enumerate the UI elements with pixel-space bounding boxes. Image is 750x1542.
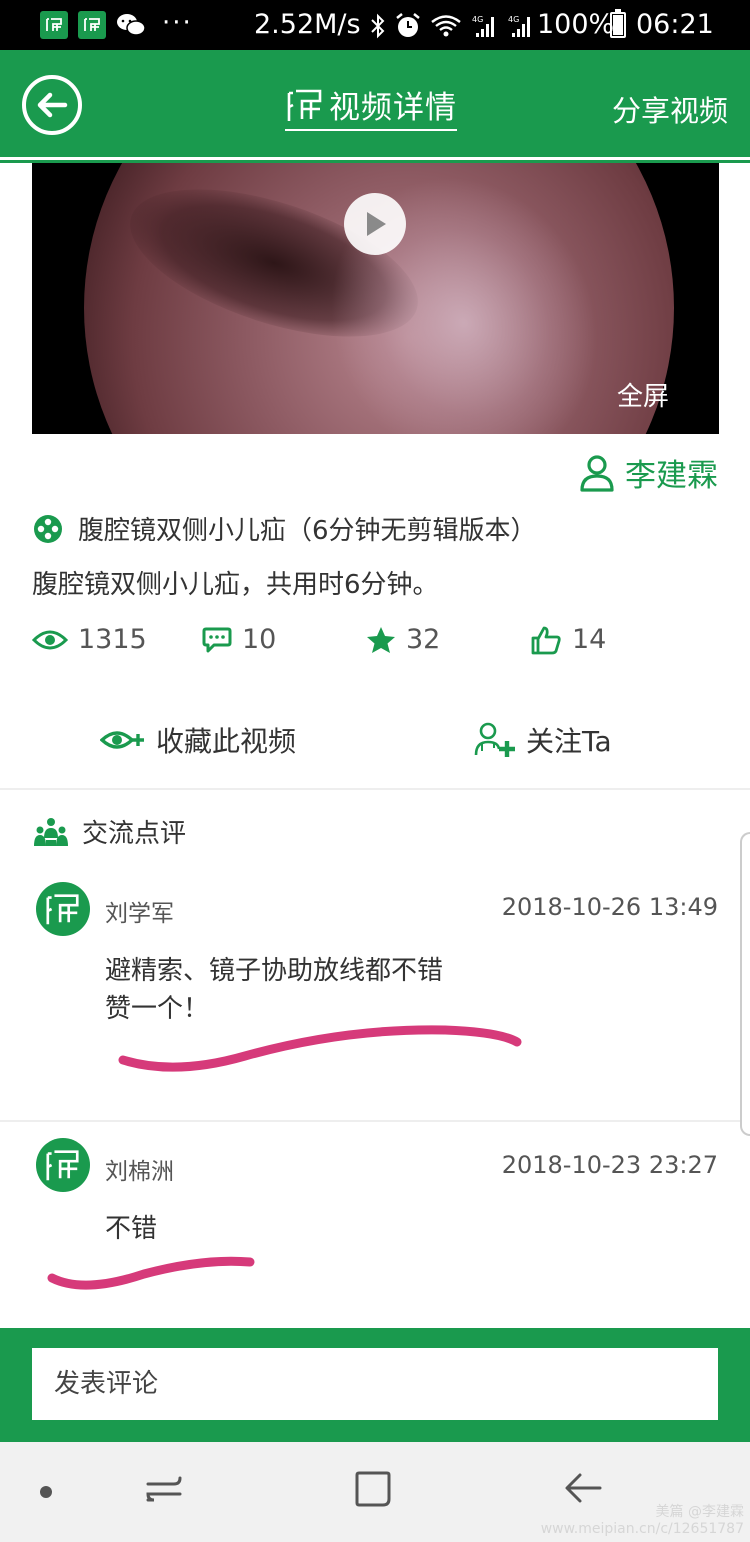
watermark: 美篇 @李建霖 www.meipian.cn/c/12651787 — [541, 1504, 744, 1538]
video-stats: 1315 10 32 14 — [32, 624, 732, 664]
signal-4g-icon: 4G — [508, 15, 530, 37]
svg-text:4G: 4G — [508, 15, 519, 24]
favorite-eye-icon — [100, 731, 144, 749]
comment-time: 2018-10-26 13:49 — [501, 893, 718, 921]
brand-logo-icon — [46, 894, 79, 925]
watermark-line-1: 美篇 @李建霖 — [655, 1504, 744, 1520]
view-count-value: 1315 — [78, 624, 147, 655]
thumbs-up-icon — [531, 626, 561, 654]
comment-text: 避精索、镜子协助放线都不错 赞一个！ — [105, 956, 444, 1024]
view-count: 1315 — [32, 624, 147, 655]
nav-dot-icon[interactable] — [38, 1484, 54, 1500]
star-count-value: 32 — [406, 624, 441, 655]
like-count-value: 14 — [572, 624, 607, 655]
back-button[interactable] — [22, 75, 82, 135]
app-notification-icon — [78, 11, 106, 39]
film-reel-icon — [34, 514, 62, 543]
comment-author[interactable]: 刘棉洲 — [105, 1152, 174, 1186]
annotation-underline — [118, 1025, 522, 1072]
star-count: 32 — [366, 624, 440, 655]
favorite-video-label: 收藏此视频 — [156, 725, 297, 758]
comment-author[interactable]: 刘学军 — [105, 894, 174, 928]
brand-logo-icon — [287, 89, 322, 121]
video-description: 腹腔镜双侧小儿疝，共用时6分钟。 — [32, 570, 439, 600]
avatar[interactable] — [36, 882, 90, 936]
video-title: 腹腔镜双侧小儿疝（6分钟无剪辑版本） — [78, 516, 537, 546]
comments-heading: 交流点评 — [32, 813, 186, 850]
annotation-underline — [47, 1256, 255, 1290]
discussion-group-icon — [34, 817, 68, 846]
svg-text:4G: 4G — [472, 15, 483, 24]
like-count: 14 — [530, 624, 606, 655]
avatar[interactable] — [36, 1138, 90, 1192]
follow-label: 关注Ta — [526, 725, 612, 758]
home-icon[interactable] — [354, 1470, 392, 1508]
user-icon — [580, 454, 614, 492]
divider — [0, 788, 750, 790]
share-video-button[interactable]: 分享视频 — [612, 88, 728, 130]
signal-4g-icon: 4G — [472, 15, 494, 37]
play-icon — [367, 212, 386, 236]
divider — [0, 1120, 750, 1122]
comment-bubble-icon — [202, 627, 232, 652]
battery-icon — [610, 9, 626, 38]
fullscreen-button[interactable]: 全屏 — [617, 376, 669, 413]
clock: 06:21 — [636, 9, 714, 40]
status-icons: 4G 4G — [370, 12, 534, 40]
watermark-line-2: www.meipian.cn/c/12651787 — [540, 1521, 744, 1537]
battery-percent: 100% — [537, 9, 615, 40]
star-icon — [367, 626, 395, 653]
network-speed: 2.52M/s — [254, 9, 361, 40]
arrow-left-icon — [37, 92, 68, 118]
status-bar: ··· 2.52M/s 4G 4G 100% 06:21 — [0, 0, 750, 50]
comment-count-value: 10 — [242, 624, 277, 655]
comment-item: 刘棉洲 2018-10-23 23:27 不错 — [0, 1136, 750, 1316]
eye-icon — [32, 630, 68, 649]
play-button[interactable] — [344, 193, 406, 255]
scroll-handle[interactable] — [740, 832, 750, 1136]
comments-heading-text: 交流点评 — [82, 819, 187, 849]
follow-doctor-icon — [474, 722, 515, 757]
comment-count: 10 — [202, 624, 276, 655]
comment-text: 不错 — [105, 1214, 158, 1244]
system-nav-bar: 美篇 @李建霖 www.meipian.cn/c/12651787 — [0, 1442, 750, 1542]
video-actions: 收藏此视频 关注Ta — [0, 712, 750, 766]
page-title: 视频详情 — [285, 82, 457, 131]
comment-time: 2018-10-23 23:27 — [501, 1151, 718, 1179]
brand-logo-icon — [46, 1150, 79, 1181]
author-link[interactable]: 李建霖 — [579, 450, 718, 495]
favorite-video-button[interactable]: 收藏此视频 — [100, 720, 296, 760]
author-name: 李建霖 — [625, 458, 718, 494]
comment-item: 刘学军 2018-10-26 13:49 避精索、镜子协助放线都不错 赞一个！ — [0, 878, 750, 1118]
page-title-text: 视频详情 — [329, 90, 457, 126]
wifi-icon — [431, 15, 461, 37]
back-nav-icon[interactable] — [564, 1470, 602, 1506]
video-title-row: 腹腔镜双侧小儿疝（6分钟无剪辑版本） — [32, 510, 537, 547]
comment-input[interactable] — [32, 1348, 718, 1420]
alarm-icon — [396, 13, 420, 37]
bluetooth-icon — [371, 13, 385, 39]
recent-apps-icon[interactable] — [146, 1470, 182, 1506]
app-notification-icon — [40, 11, 68, 39]
comment-bar — [0, 1328, 750, 1442]
video-player[interactable]: 全屏 — [32, 163, 719, 434]
app-header: 视频详情 分享视频 — [0, 50, 750, 160]
follow-button[interactable]: 关注Ta — [474, 720, 612, 760]
more-notifications-icon: ··· — [162, 8, 193, 38]
wechat-icon — [117, 14, 146, 36]
